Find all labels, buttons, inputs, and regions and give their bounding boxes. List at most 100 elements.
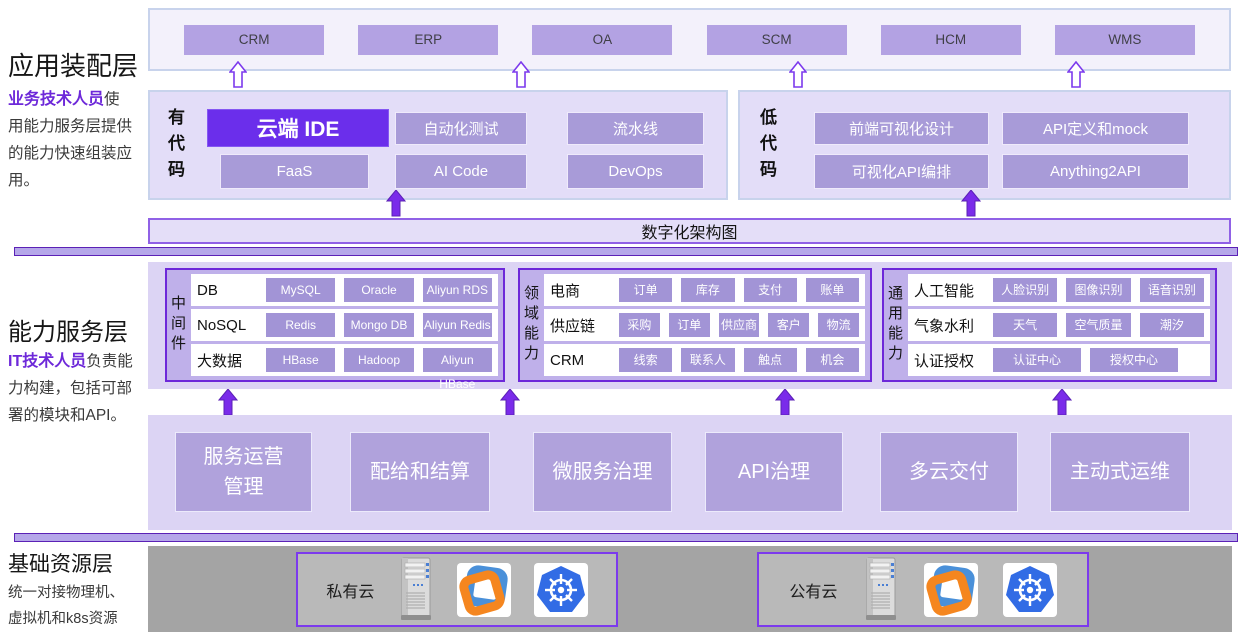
layer-divider	[14, 533, 1238, 542]
row-label: 气象水利	[914, 315, 984, 336]
chip-mysql: MySQL	[266, 278, 335, 302]
row-label: 电商	[550, 280, 610, 301]
layer-divider	[14, 247, 1238, 256]
layer-desc-infrastructure: 统一对接物理机、虚拟机和k8s资源	[8, 580, 130, 632]
role-highlight-business-tech: 业务技术人员	[8, 91, 104, 108]
chip-speech-recognition: 语音识别	[1140, 278, 1204, 302]
public-cloud-box: 公有云	[757, 552, 1089, 627]
hollow-up-arrow-icon	[789, 61, 807, 88]
chip-payment: 支付	[744, 278, 797, 302]
app-chip-scm: SCM	[707, 25, 847, 55]
app-chip-oa: OA	[532, 25, 672, 55]
app-chip-erp: ERP	[358, 25, 498, 55]
role-highlight-it-tech: IT技术人员	[8, 353, 86, 370]
chip-bill: 账单	[806, 278, 859, 302]
chip-inventory: 库存	[681, 278, 734, 302]
row-label: 大数据	[197, 350, 257, 371]
hollow-up-arrow-icon	[512, 61, 530, 88]
chip-touchpoints: 触点	[744, 348, 797, 372]
chip-aliyun-redis: Aliyun Redis	[423, 313, 492, 337]
chip-aliyun-hbase: Aliyun HBase	[423, 348, 492, 372]
chip-cloud-ide: 云端 IDE	[207, 109, 389, 147]
chip-visual-api-orchestration: 可视化API编排	[814, 154, 989, 189]
solid-up-arrow-icon	[961, 190, 981, 217]
pro-code-section: 有代码 云端 IDE 自动化测试 流水线 FaaS AI Code DevOps	[148, 90, 728, 200]
middleware-row-bigdata: 大数据 HBase Hadoop Aliyun HBase	[191, 344, 498, 376]
row-label: 认证授权	[914, 350, 984, 371]
low-code-section: 低代码 前端可视化设计 API定义和mock 可视化API编排 Anything…	[738, 90, 1231, 200]
service-box-api-governance: API治理	[705, 432, 843, 512]
pro-code-label: 有代码	[162, 108, 187, 186]
private-cloud-label: 私有云	[326, 578, 374, 602]
solid-up-arrow-icon	[500, 389, 520, 416]
chip-hadoop: Hadoop	[344, 348, 413, 372]
hollow-up-arrow-icon	[1067, 61, 1085, 88]
chip-logistics: 物流	[818, 313, 859, 337]
chip-faas: FaaS	[220, 154, 369, 189]
chip-oracle: Oracle	[344, 278, 413, 302]
layer-title-infrastructure: 基础资源层	[8, 548, 113, 578]
row-label: DB	[197, 282, 257, 299]
capability-group-general: 通用能力 人工智能 人脸识别 图像识别 语音识别 气象水利 天气 空气质量 潮汐…	[882, 268, 1217, 382]
domain-capability-label: 领域能力	[520, 285, 544, 365]
chip-authz-center: 授权中心	[1090, 348, 1178, 372]
chip-face-recognition: 人脸识别	[993, 278, 1057, 302]
general-row-weather: 气象水利 天气 空气质量 潮汐	[908, 309, 1210, 341]
kubernetes-icon	[1003, 563, 1057, 617]
solid-up-arrow-icon	[1052, 389, 1072, 416]
chip-image-recognition: 图像识别	[1066, 278, 1130, 302]
capability-group-middleware: 中间件 DB MySQL Oracle Aliyun RDS NoSQL Red…	[165, 268, 505, 382]
low-code-label: 低代码	[754, 108, 779, 186]
service-box-multicloud-delivery: 多云交付	[880, 432, 1018, 512]
architecture-diagram-page: { "colors": { "accent_purple": "#6B2EEB"…	[0, 0, 1238, 640]
chip-api-define-mock: API定义和mock	[1002, 112, 1189, 145]
domain-row-ecommerce: 电商 订单 库存 支付 账单	[544, 274, 865, 306]
domain-row-supply-chain: 供应链 采购 订单 供应商 客户 物流	[544, 309, 865, 341]
private-cloud-box: 私有云	[296, 552, 618, 627]
chip-contacts: 联系人	[681, 348, 734, 372]
chip-opportunity: 机会	[806, 348, 859, 372]
chip-frontend-visual-design: 前端可视化设计	[814, 112, 989, 145]
middleware-row-db: DB MySQL Oracle Aliyun RDS	[191, 274, 498, 306]
digital-architecture-bar: 数字化架构图	[148, 218, 1231, 244]
service-box-allocation-settlement: 配给和结算	[350, 432, 490, 512]
general-row-auth: 认证授权 认证中心 授权中心	[908, 344, 1210, 376]
chip-order: 订单	[669, 313, 710, 337]
service-box-operation-mgmt: 服务运营 管理	[175, 432, 312, 512]
chip-devops: DevOps	[567, 154, 704, 189]
chip-aliyun-rds: Aliyun RDS	[423, 278, 492, 302]
middleware-row-nosql: NoSQL Redis Mongo DB Aliyun Redis	[191, 309, 498, 341]
general-row-ai: 人工智能 人脸识别 图像识别 语音识别	[908, 274, 1210, 306]
layer-title-application-assembly: 应用装配层	[8, 46, 138, 83]
service-box-proactive-ops: 主动式运维	[1050, 432, 1190, 512]
hollow-up-arrow-icon	[229, 61, 247, 88]
public-cloud-label: 公有云	[789, 578, 837, 602]
server-icon	[397, 557, 435, 623]
chip-leads: 线索	[619, 348, 672, 372]
layer-desc-text: 统一对接物理机、虚拟机和k8s资源	[8, 585, 124, 627]
domain-row-crm: CRM 线索 联系人 触点 机会	[544, 344, 865, 376]
chip-pipeline: 流水线	[567, 112, 704, 145]
chip-auto-test: 自动化测试	[395, 112, 527, 145]
chip-ai-code: AI Code	[395, 154, 527, 189]
vmware-icon	[457, 563, 511, 617]
row-label: NoSQL	[197, 317, 257, 334]
chip-hbase: HBase	[266, 348, 335, 372]
row-label: 人工智能	[914, 280, 984, 301]
layer-desc-application-assembly: 业务技术人员使用能力服务层提供的能力快速组装应用。	[8, 86, 134, 194]
solid-up-arrow-icon	[386, 190, 406, 217]
app-chip-wms: WMS	[1055, 25, 1195, 55]
chip-supplier: 供应商	[719, 313, 760, 337]
kubernetes-icon	[534, 563, 588, 617]
vmware-icon	[924, 563, 978, 617]
app-chip-crm: CRM	[184, 25, 324, 55]
capability-group-domain: 领域能力 电商 订单 库存 支付 账单 供应链 采购 订单 供应商 客户 物流 …	[518, 268, 872, 382]
service-box-microservice-governance: 微服务治理	[533, 432, 672, 512]
layer-desc-capability-service: IT技术人员负责能力构建，包括可部署的模块和API。	[8, 348, 134, 429]
chip-tide: 潮汐	[1140, 313, 1204, 337]
general-capability-label: 通用能力	[884, 285, 908, 365]
chip-redis: Redis	[266, 313, 335, 337]
chip-order: 订单	[619, 278, 672, 302]
middleware-label: 中间件	[167, 295, 191, 355]
chip-procurement: 采购	[619, 313, 660, 337]
